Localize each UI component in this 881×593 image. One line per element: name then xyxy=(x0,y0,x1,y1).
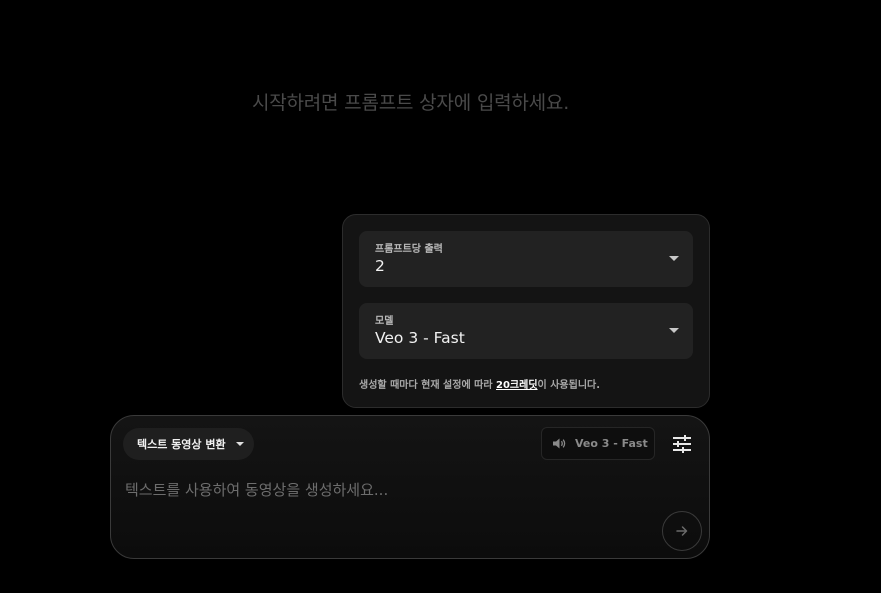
model-chip[interactable]: Veo 3 - Fast xyxy=(541,427,655,460)
model-label: 모델 xyxy=(375,316,394,327)
outputs-per-prompt-value: 2 xyxy=(375,257,385,275)
outputs-per-prompt-select[interactable]: 프롬프트당 출력 2 xyxy=(359,231,693,287)
prompt-input[interactable] xyxy=(125,470,665,510)
model-select[interactable]: 모델 Veo 3 - Fast xyxy=(359,303,693,359)
tune-icon xyxy=(673,435,691,453)
chevron-down-icon xyxy=(669,328,679,333)
credits-link[interactable]: 20크레딧 xyxy=(496,380,538,391)
settings-panel: 프롬프트당 출력 2 모델 Veo 3 - Fast 생성할 때마다 현재 설정… xyxy=(342,214,710,408)
mode-label: 텍스트 동영상 변환 xyxy=(137,438,226,451)
model-chip-label: Veo 3 - Fast xyxy=(575,437,648,450)
model-value: Veo 3 - Fast xyxy=(375,329,465,347)
chevron-down-icon xyxy=(669,256,679,261)
hero-heading: 시작하려면 프롬프트 상자에 입력하세요. xyxy=(251,92,570,114)
credit-note: 생성할 때마다 현재 설정에 따라 20크레딧이 사용됩니다. xyxy=(359,376,600,391)
caret-down-icon xyxy=(235,442,244,446)
prompt-composer: 텍스트 동영상 변환 Veo 3 - Fast xyxy=(110,415,710,559)
mode-dropdown-button[interactable]: 텍스트 동영상 변환 xyxy=(123,428,254,460)
settings-toggle-button[interactable] xyxy=(671,433,693,455)
credit-note-prefix: 생성할 때마다 현재 설정에 따라 xyxy=(359,380,497,391)
send-button[interactable] xyxy=(662,511,702,551)
credit-note-suffix: 이 사용됩니다. xyxy=(537,380,601,391)
volume-icon xyxy=(553,438,566,449)
outputs-per-prompt-label: 프롬프트당 출력 xyxy=(375,244,443,255)
arrow-right-icon xyxy=(676,526,688,536)
